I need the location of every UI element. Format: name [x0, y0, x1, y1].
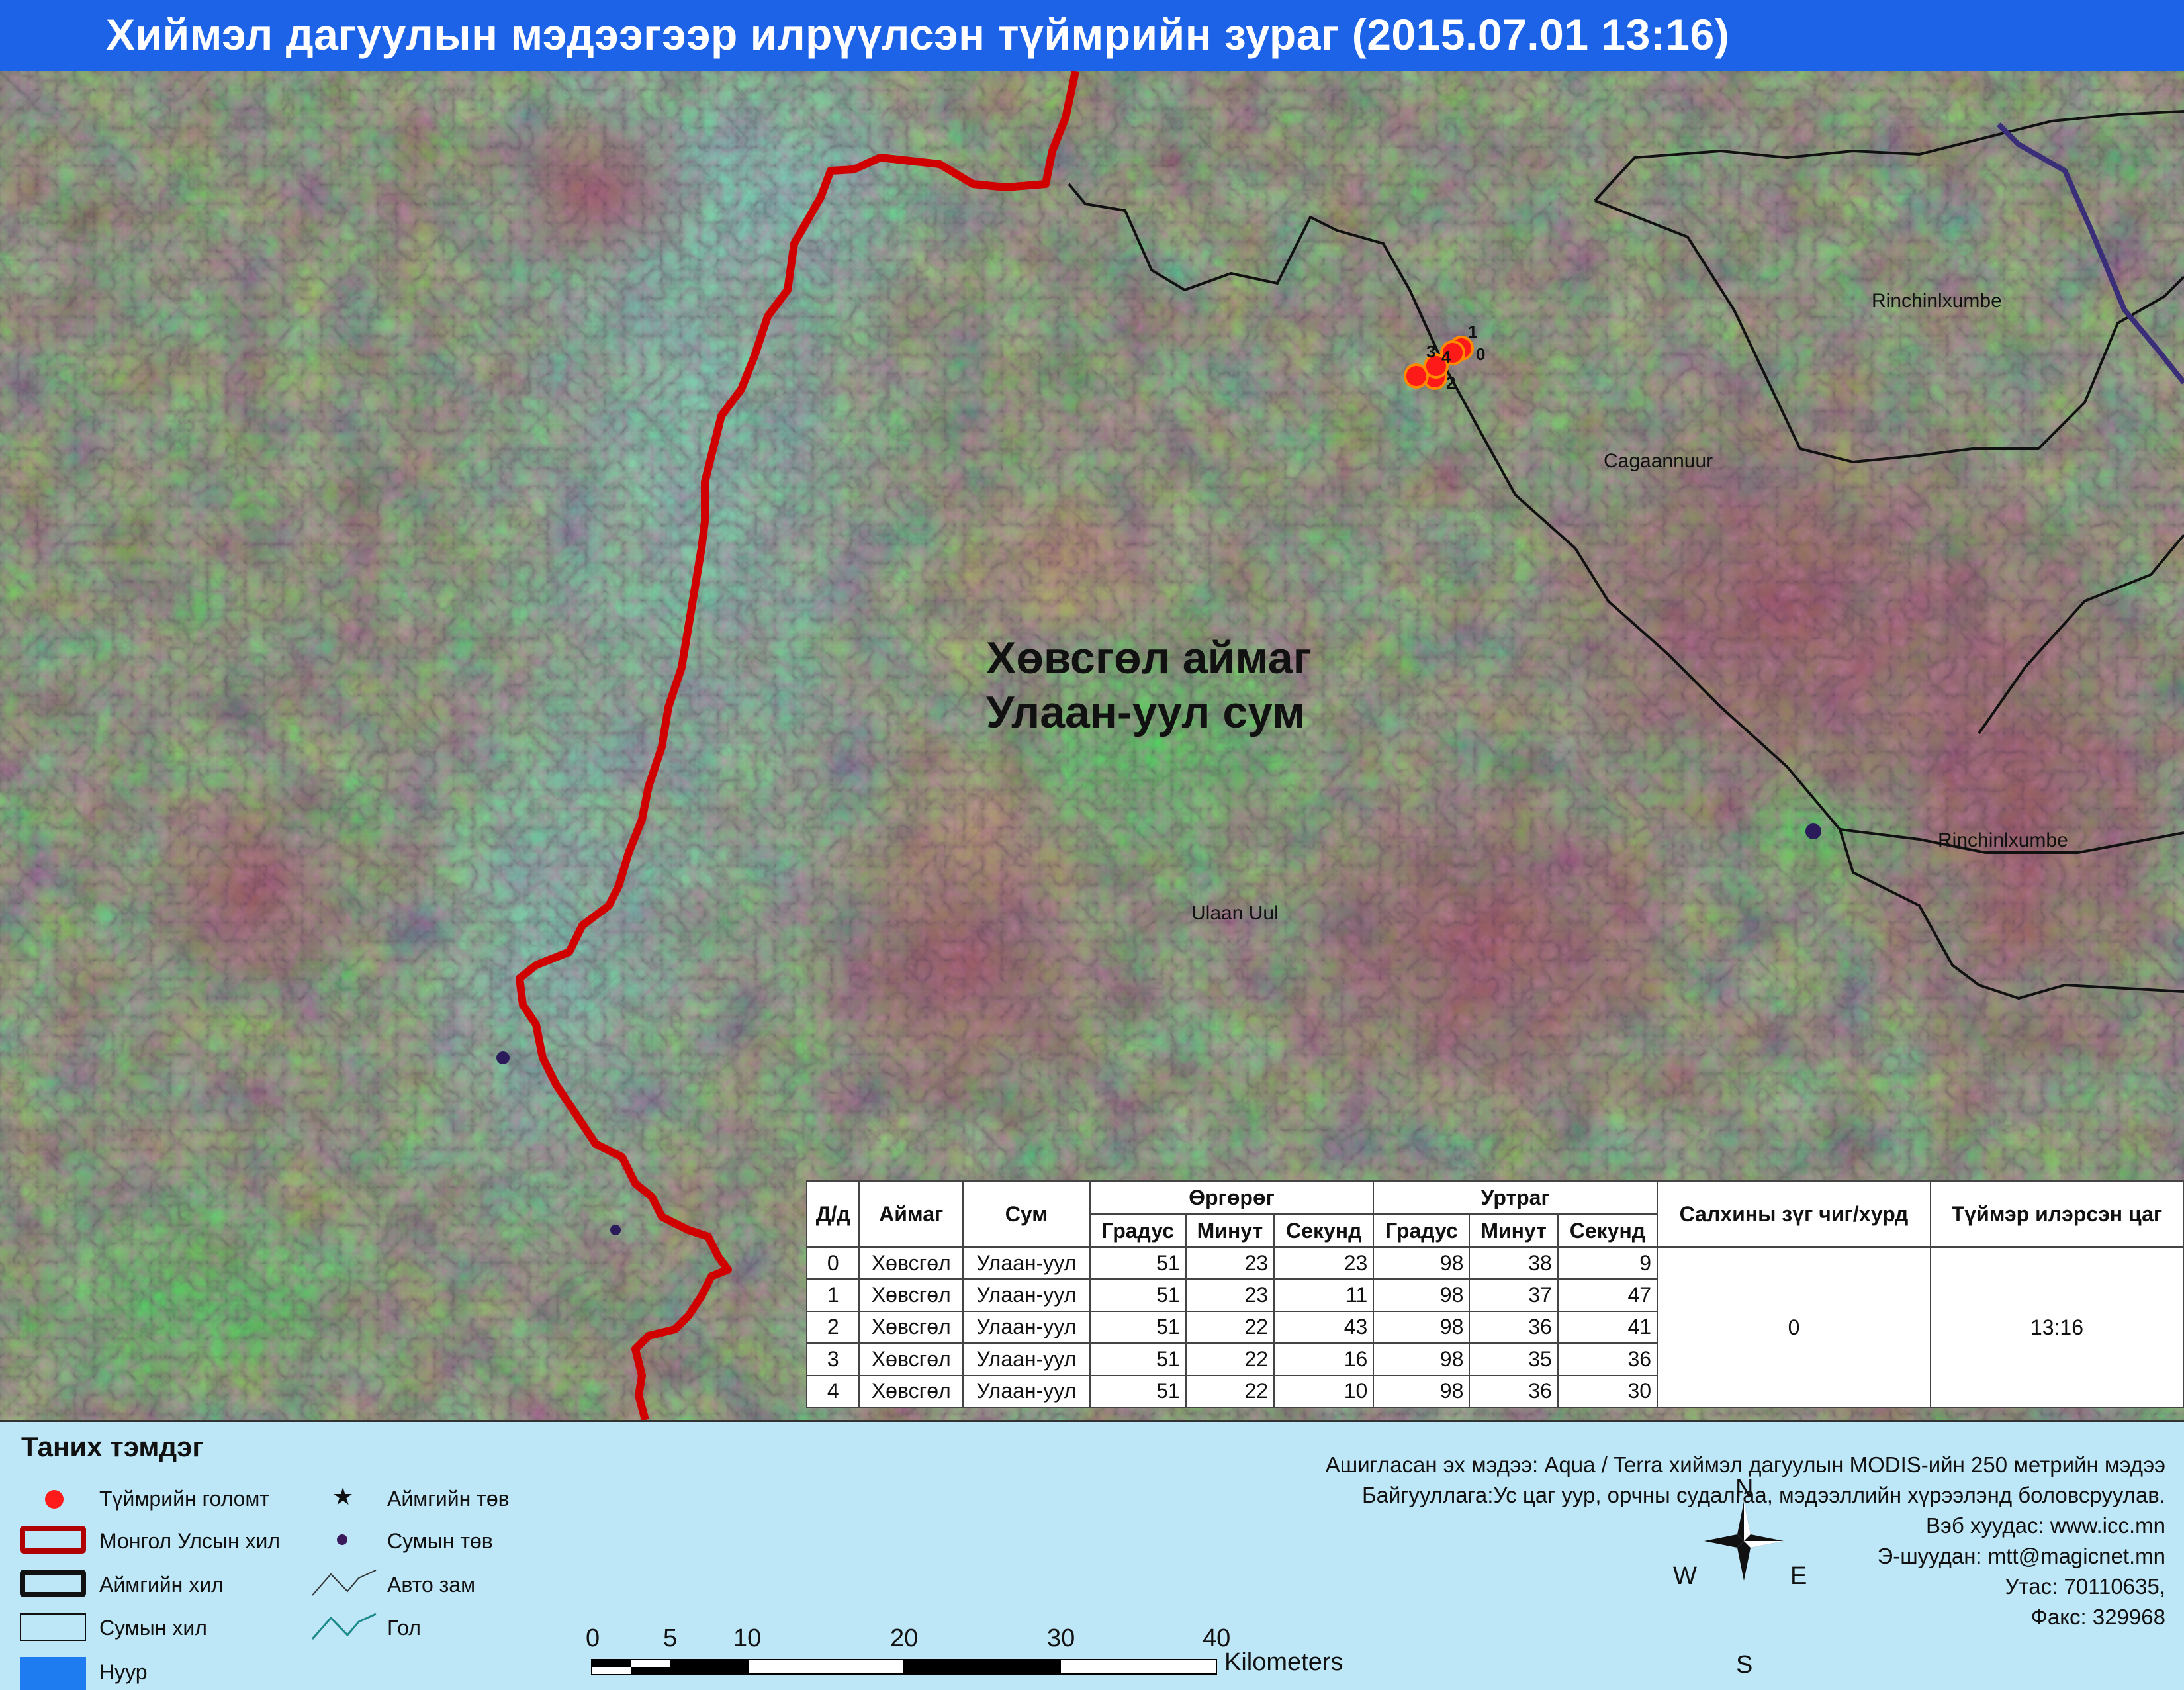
fire-label-4: 4 — [1441, 347, 1451, 367]
source-fax: Факс: 329968 — [2030, 1605, 2165, 1629]
river-line-icon — [311, 1613, 377, 1640]
place-rinchinlxumbe-south: Rinchinlxumbe — [1938, 829, 2068, 851]
lake-icon — [20, 1657, 86, 1690]
scale-tick-10: 10 — [733, 1624, 762, 1652]
sum-center-dot-icon — [337, 1534, 347, 1545]
legend-road: Авто зам — [387, 1573, 476, 1597]
source-email[interactable]: Э-шуудан: mtt@magicnet.mn — [1326, 1541, 2166, 1572]
th-lat-min: Минут — [1185, 1213, 1275, 1248]
aimag-label: Хөвсгөл аймаг Улаан-уул сум — [986, 631, 1312, 739]
wind-value: 0 — [1657, 1246, 1931, 1408]
place-ulaan-uul: Ulaan Uul — [1191, 902, 1279, 924]
scale-tick-0: 0 — [586, 1624, 600, 1652]
legend-title: Таних тэмдэг — [21, 1431, 204, 1462]
scale-unit: Kilometers — [1224, 1648, 1343, 1676]
scale-tick-20: 20 — [890, 1624, 919, 1652]
fire-coordinates-table: Д/д Аймаг Сум Өргөрөг Уртраг Салхины зүг… — [805, 1180, 2184, 1409]
sum-border-icon — [20, 1613, 86, 1641]
th-wind: Салхины зүг чиг/хурд — [1657, 1180, 1931, 1248]
th-dd: Д/д — [805, 1180, 860, 1248]
scale-bar — [591, 1659, 1217, 1675]
source-info: Ашигласан эх мэдээ: Aqua / Terra хиймэл … — [1326, 1450, 2165, 1632]
national-border-icon — [20, 1526, 86, 1554]
th-lat-sec: Секунд — [1273, 1213, 1375, 1248]
th-sum: Сум — [962, 1180, 1091, 1248]
scale-tick-30: 30 — [1047, 1624, 1075, 1652]
legend-sum-center: Сумын төв — [387, 1529, 493, 1553]
legend-sum-border: Сумын хил — [99, 1616, 207, 1640]
place-rinchinlxumbe-north: Rinchinlxumbe — [1872, 290, 2002, 312]
th-longitude: Уртраг — [1373, 1180, 1659, 1215]
th-latitude: Өргөрөг — [1089, 1180, 1375, 1215]
map-title: Хиймэл дагуулын мэдээгээр илрүүлсэн түйм… — [106, 10, 1730, 59]
place-cagaannuur: Cagaannuur — [1604, 450, 1713, 472]
legend-river: Гол — [387, 1616, 421, 1640]
sum-label: Улаан-уул сум — [986, 687, 1306, 737]
th-lon-deg: Градус — [1373, 1213, 1471, 1248]
scale-tick-5: 5 — [663, 1624, 678, 1652]
th-time: Түймэр илэрсэн цаг — [1929, 1180, 2184, 1248]
legend-aimag-border: Аймгийн хил — [99, 1573, 224, 1597]
fire-label-3: 3 — [1426, 342, 1436, 361]
fire-label-2: 2 — [1446, 373, 1456, 393]
th-lat-deg: Градус — [1089, 1213, 1187, 1248]
lake-spot — [496, 1051, 510, 1064]
source-website[interactable]: Вэб хуудас: www.icc.mn — [1326, 1511, 2165, 1541]
legend-fire: Түймрийн голомт — [99, 1487, 270, 1511]
source-line-1: Ашигласан эх мэдээ: Aqua / Terra хиймэл … — [1325, 1452, 2165, 1477]
source-line-2: Байгууллага:Ус цаг уур, орчны судалгаа, … — [1362, 1483, 2165, 1507]
fire-label-1: 1 — [1468, 322, 1478, 342]
th-lon-sec: Секунд — [1557, 1213, 1659, 1248]
title-bar: Хиймэл дагуулын мэдээгээр илрүүлсэн түйм… — [0, 0, 2184, 71]
detect-time-value: 13:16 — [1929, 1246, 2184, 1408]
aimag-border-icon — [20, 1570, 86, 1597]
legend-national-border: Монгол Улсын хил — [99, 1529, 281, 1553]
source-phone: Утас: 70110635, — [2005, 1574, 2165, 1599]
fire-symbol-icon — [45, 1490, 64, 1509]
legend-lake: Нуур — [99, 1660, 148, 1684]
th-aimag: Аймаг — [858, 1180, 964, 1248]
th-lon-min: Минут — [1469, 1213, 1559, 1248]
table-row: 0 Хөвсгөл Улаан-уул 51 23 23 98 38 9 0 1… — [805, 1246, 2184, 1408]
compass-s: S — [1736, 1651, 1753, 1679]
star-icon: ★ — [332, 1483, 354, 1510]
legend-panel: Таних тэмдэг Түймрийн голомт Монгол Улсы… — [0, 1420, 2184, 1690]
road-line-icon — [312, 1570, 377, 1596]
legend-aimag-center: Аймгийн төв — [387, 1487, 510, 1511]
fire-label-0: 0 — [1476, 344, 1486, 364]
